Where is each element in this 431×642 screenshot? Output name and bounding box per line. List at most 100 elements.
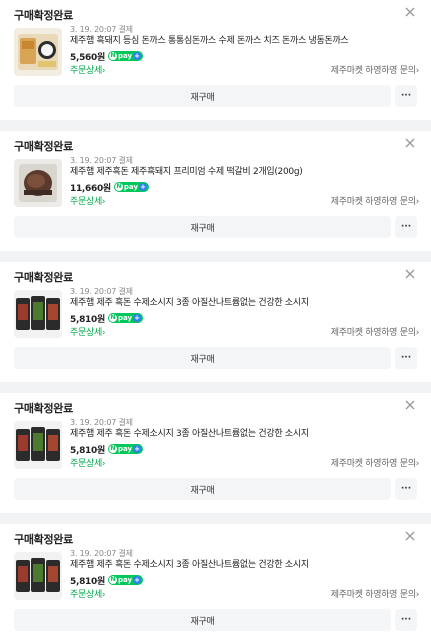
- sausage-product-image[interactable]: [14, 421, 62, 469]
- order-card: 구매확정완료 3. 19. 20:07 결제 제주햄 제주 흑돈 수제소시지 3…: [0, 262, 431, 382]
- plus-icon: +: [133, 314, 142, 322]
- order-info: 3. 19. 20:07 결제 제주햄 흑돼지 등심 돈까스 통통심돈까스 수제…: [70, 24, 417, 63]
- npay-badge: Npay +: [107, 51, 144, 61]
- seller-inquiry-label: 제주마켓 하영하영 문의: [330, 65, 416, 76]
- order-link-row: 주문상세› 제주마켓 하영하영 문의›: [70, 455, 419, 469]
- npay-label: pay: [123, 183, 139, 191]
- sausage-product-image[interactable]: [14, 552, 62, 600]
- naver-n-icon: N: [108, 52, 117, 60]
- npay-label: pay: [117, 445, 133, 453]
- npay-badge: Npay +: [107, 575, 144, 585]
- chevron-right-icon: ›: [415, 327, 420, 338]
- order-actions: 재구매 ···: [14, 347, 417, 369]
- sausage-product-image[interactable]: [14, 290, 62, 338]
- order-link-row: 주문상세› 제주마켓 하영하영 문의›: [70, 586, 419, 600]
- naver-n-icon: N: [108, 314, 117, 322]
- rebuy-button[interactable]: 재구매: [14, 478, 391, 500]
- product-price: 11,660원: [70, 183, 111, 194]
- order-info: 3. 19. 20:07 결제 제주햄 제주 흑돈 수제소시지 3종 아질산나트…: [70, 548, 417, 587]
- tteokgalbi-product-image[interactable]: [14, 159, 62, 207]
- product-price: 5,810원: [70, 445, 105, 456]
- order-card: 구매확정완료 3. 19. 20:07 결제 제주햄 제주 흑돈 수제소시지 3…: [0, 524, 431, 642]
- product-title[interactable]: 제주햄 제주흑돈 제주흑돼지 프리미엄 수제 떡갈비 2개입(200g): [70, 166, 417, 179]
- seller-inquiry-link[interactable]: 제주마켓 하영하영 문의›: [330, 456, 420, 469]
- seller-inquiry-link[interactable]: 제주마켓 하영하영 문의›: [330, 587, 420, 600]
- order-status: 구매확정완료: [14, 9, 73, 22]
- npay-label: pay: [117, 52, 133, 60]
- plus-icon: +: [139, 183, 148, 191]
- tonkatsu-product-image[interactable]: [14, 28, 62, 76]
- order-detail-link[interactable]: 주문상세›: [70, 63, 106, 76]
- rebuy-button[interactable]: 재구매: [14, 609, 391, 631]
- order-actions: 재구매 ···: [14, 609, 417, 631]
- chevron-right-icon: ›: [415, 589, 420, 600]
- npay-badge: Npay +: [107, 313, 144, 323]
- more-options-button[interactable]: ···: [395, 216, 417, 238]
- chevron-right-icon: ›: [415, 458, 420, 469]
- rebuy-button[interactable]: 재구매: [14, 347, 391, 369]
- more-options-button[interactable]: ···: [395, 609, 417, 631]
- order-list: 구매확정완료 3. 19. 20:07 결제 제주햄 흑돼지 등심 돈까스 통통…: [0, 0, 431, 642]
- seller-inquiry-link[interactable]: 제주마켓 하영하영 문의›: [330, 63, 420, 76]
- seller-inquiry-label: 제주마켓 하영하영 문의: [330, 327, 416, 338]
- chevron-right-icon: ›: [415, 65, 420, 76]
- order-detail-link[interactable]: 주문상세›: [70, 194, 106, 207]
- chevron-right-icon: ›: [101, 458, 106, 469]
- price-row: 5,560원 Npay +: [70, 49, 417, 63]
- order-detail-link[interactable]: 주문상세›: [70, 325, 106, 338]
- close-icon[interactable]: [403, 398, 417, 412]
- order-actions: 재구매 ···: [14, 216, 417, 238]
- more-options-button[interactable]: ···: [395, 85, 417, 107]
- npay-label: pay: [117, 576, 133, 584]
- seller-inquiry-label: 제주마켓 하영하영 문의: [330, 196, 416, 207]
- order-status: 구매확정완료: [14, 533, 73, 546]
- payment-date: 3. 19. 20:07 결제: [70, 418, 133, 427]
- seller-inquiry-link[interactable]: 제주마켓 하영하영 문의›: [330, 325, 420, 338]
- seller-inquiry-label: 제주마켓 하영하영 문의: [330, 458, 416, 469]
- order-link-row: 주문상세› 제주마켓 하영하영 문의›: [70, 62, 419, 76]
- chevron-right-icon: ›: [101, 196, 106, 207]
- order-detail-link[interactable]: 주문상세›: [70, 587, 106, 600]
- order-detail-label: 주문상세: [70, 458, 102, 469]
- chevron-right-icon: ›: [101, 327, 106, 338]
- product-price: 5,560원: [70, 52, 105, 63]
- price-row: 5,810원 Npay +: [70, 311, 417, 325]
- order-card: 구매확정완료 3. 19. 20:07 결제 제주햄 제주 흑돈 수제소시지 3…: [0, 393, 431, 513]
- npay-label: pay: [117, 314, 133, 322]
- product-price: 5,810원: [70, 576, 105, 587]
- order-detail-label: 주문상세: [70, 65, 102, 76]
- naver-n-icon: N: [114, 183, 123, 191]
- chevron-right-icon: ›: [415, 196, 420, 207]
- chevron-right-icon: ›: [101, 589, 106, 600]
- product-title[interactable]: 제주햄 흑돼지 등심 돈까스 통통심돈까스 수제 돈까스 치즈 돈까스 냉동돈까…: [70, 35, 417, 48]
- product-title[interactable]: 제주햄 제주 흑돈 수제소시지 3종 아질산나트륨없는 건강한 소시지: [70, 428, 417, 441]
- close-icon[interactable]: [403, 529, 417, 543]
- seller-inquiry-label: 제주마켓 하영하영 문의: [330, 589, 416, 600]
- product-price: 5,810원: [70, 314, 105, 325]
- order-status: 구매확정완료: [14, 140, 73, 153]
- order-detail-label: 주문상세: [70, 589, 102, 600]
- close-icon[interactable]: [403, 267, 417, 281]
- seller-inquiry-link[interactable]: 제주마켓 하영하영 문의›: [330, 194, 420, 207]
- product-title[interactable]: 제주햄 제주 흑돈 수제소시지 3종 아질산나트륨없는 건강한 소시지: [70, 297, 417, 310]
- rebuy-button[interactable]: 재구매: [14, 85, 391, 107]
- payment-date: 3. 19. 20:07 결제: [70, 549, 133, 558]
- more-options-button[interactable]: ···: [395, 347, 417, 369]
- product-title[interactable]: 제주햄 제주 흑돈 수제소시지 3종 아질산나트륨없는 건강한 소시지: [70, 559, 417, 572]
- order-card: 구매확정완료 3. 19. 20:07 결제 제주햄 제주흑돈 제주흑돼지 프리…: [0, 131, 431, 251]
- rebuy-button[interactable]: 재구매: [14, 216, 391, 238]
- naver-n-icon: N: [108, 445, 117, 453]
- order-actions: 재구매 ···: [14, 478, 417, 500]
- order-detail-link[interactable]: 주문상세›: [70, 456, 106, 469]
- payment-date: 3. 19. 20:07 결제: [70, 25, 133, 34]
- more-options-button[interactable]: ···: [395, 478, 417, 500]
- close-icon[interactable]: [403, 5, 417, 19]
- order-detail-label: 주문상세: [70, 196, 102, 207]
- plus-icon: +: [133, 445, 142, 453]
- chevron-right-icon: ›: [101, 65, 106, 76]
- close-icon[interactable]: [403, 136, 417, 150]
- plus-icon: +: [133, 52, 142, 60]
- price-row: 11,660원 Npay +: [70, 180, 417, 194]
- order-info: 3. 19. 20:07 결제 제주햄 제주 흑돈 수제소시지 3종 아질산나트…: [70, 417, 417, 456]
- order-actions: 재구매 ···: [14, 85, 417, 107]
